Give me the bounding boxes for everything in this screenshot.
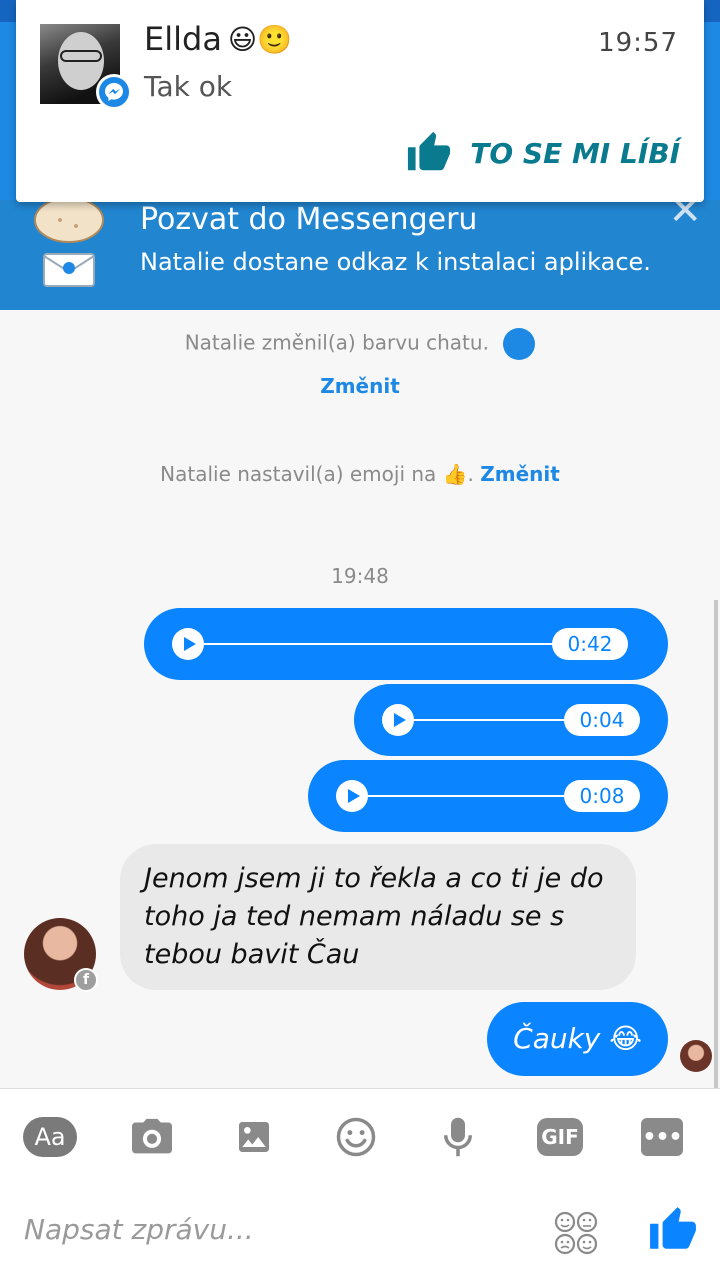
voice-message[interactable]: 0:42 (144, 608, 668, 680)
camera-icon (132, 1118, 172, 1154)
avatar-glasses (60, 50, 102, 62)
message-composer: Aa GIF ••• Napsat zprávu... (0, 1088, 720, 1280)
thumbs-up-send-icon[interactable] (648, 1203, 698, 1257)
emoji-change-notice: Natalie nastavil(a) emoji na 👍. Změnit (0, 462, 720, 486)
notification-sender: Ellda 😃🙂 (144, 20, 292, 58)
sender-emojis: 😃🙂 (227, 22, 292, 56)
play-icon[interactable] (336, 780, 368, 812)
message-timestamp: 19:48 (331, 564, 389, 588)
contact-avatar[interactable]: f (24, 918, 98, 992)
play-icon[interactable] (382, 704, 414, 736)
voice-duration: 0:08 (564, 780, 640, 812)
gif-button[interactable]: GIF (532, 1115, 588, 1159)
invite-title: Pozvat do Messengeru (140, 202, 478, 237)
voice-record-button[interactable] (430, 1115, 486, 1159)
incoming-message[interactable]: Jenom jsem ji to řekla a co ti je do toh… (120, 844, 636, 990)
text-format-button[interactable]: Aa (22, 1115, 78, 1159)
change-color-link[interactable]: Změnit (320, 374, 400, 398)
like-reply-button[interactable]: TO SE MI LÍBÍ (406, 130, 680, 176)
sender-name: Ellda (144, 20, 222, 58)
gif-label: GIF (537, 1118, 583, 1156)
facebook-badge-icon: f (74, 968, 98, 992)
color-change-text: Natalie změnil(a) barvu chatu. (184, 330, 489, 355)
voice-duration: 0:42 (552, 628, 628, 660)
voice-progress-track[interactable] (414, 719, 574, 721)
more-icon: ••• (641, 1118, 683, 1156)
gallery-button[interactable] (226, 1115, 282, 1159)
notification-time: 19:57 (598, 28, 678, 58)
invite-subtitle: Natalie dostane odkaz k instalaci aplika… (140, 248, 651, 276)
emoji-button[interactable] (328, 1115, 384, 1159)
change-emoji-link[interactable]: Změnit (480, 462, 560, 486)
image-icon (239, 1122, 269, 1152)
messenger-icon (96, 74, 132, 110)
outgoing-message[interactable]: Čauky 😂 (487, 1002, 668, 1076)
smiley-icon (336, 1117, 376, 1157)
conversation[interactable]: Natalie změnil(a) barvu chatu. Změnit Na… (0, 310, 720, 1090)
notification-message: Tak ok (144, 70, 233, 103)
microphone-icon (444, 1117, 472, 1157)
voice-progress-track[interactable] (204, 643, 564, 645)
scrollbar[interactable] (714, 600, 718, 1090)
color-change-link-row: Změnit (0, 374, 720, 398)
invite-banner[interactable]: Pozvat do Messengeru Natalie dostane odk… (0, 188, 720, 310)
camera-button[interactable] (124, 1115, 180, 1159)
message-input[interactable]: Napsat zprávu... (24, 1213, 254, 1246)
emoji-change-text: Natalie nastavil(a) emoji na 👍. (160, 462, 474, 486)
like-reply-label: TO SE MI LÍBÍ (470, 136, 680, 170)
voice-message[interactable]: 0:04 (354, 684, 668, 756)
play-icon[interactable] (172, 628, 204, 660)
voice-progress-track[interactable] (368, 795, 578, 797)
voice-message[interactable]: 0:08 (308, 760, 668, 832)
more-options-button[interactable]: ••• (634, 1115, 690, 1159)
owl-mascot-icon (34, 200, 104, 287)
read-receipt-avatar (680, 1040, 712, 1072)
voice-duration: 0:04 (564, 704, 640, 736)
sticker-icon[interactable] (552, 1209, 600, 1257)
thumbs-up-icon (408, 131, 451, 171)
aa-label: Aa (23, 1117, 77, 1157)
message-notification[interactable]: Ellda 😃🙂 Tak ok 19:57 TO SE MI LÍBÍ (16, 0, 704, 202)
chat-color-swatch (503, 328, 536, 360)
color-change-notice: Natalie změnil(a) barvu chatu. (0, 328, 720, 360)
